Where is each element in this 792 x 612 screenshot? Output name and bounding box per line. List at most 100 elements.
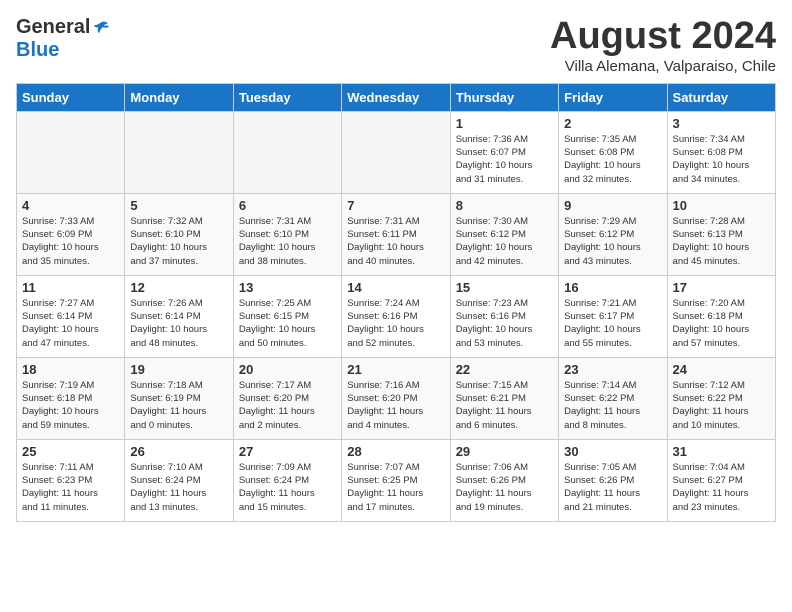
day-info: Sunrise: 7:19 AM Sunset: 6:18 PM Dayligh…: [22, 379, 119, 432]
calendar-cell: [233, 111, 341, 193]
day-info: Sunrise: 7:04 AM Sunset: 6:27 PM Dayligh…: [673, 461, 770, 514]
day-info: Sunrise: 7:17 AM Sunset: 6:20 PM Dayligh…: [239, 379, 336, 432]
day-info: Sunrise: 7:36 AM Sunset: 6:07 PM Dayligh…: [456, 133, 553, 186]
day-number: 24: [673, 362, 770, 377]
calendar-cell: 25Sunrise: 7:11 AM Sunset: 6:23 PM Dayli…: [17, 439, 125, 521]
header-tuesday: Tuesday: [233, 83, 341, 111]
day-number: 29: [456, 444, 553, 459]
calendar-cell: 11Sunrise: 7:27 AM Sunset: 6:14 PM Dayli…: [17, 275, 125, 357]
day-number: 27: [239, 444, 336, 459]
day-info: Sunrise: 7:16 AM Sunset: 6:20 PM Dayligh…: [347, 379, 444, 432]
day-info: Sunrise: 7:05 AM Sunset: 6:26 PM Dayligh…: [564, 461, 661, 514]
logo: General Blue: [16, 16, 110, 62]
calendar-cell: 20Sunrise: 7:17 AM Sunset: 6:20 PM Dayli…: [233, 357, 341, 439]
day-number: 30: [564, 444, 661, 459]
header-thursday: Thursday: [450, 83, 558, 111]
day-number: 14: [347, 280, 444, 295]
calendar-cell: 31 Sunrise: 7:04 AM Sunset: 6:27 PM Dayli…: [667, 439, 775, 521]
calendar-cell: 26 Sunrise: 7:10 AM Sunset: 6:24 PM Dayli…: [125, 439, 233, 521]
day-info: Sunrise: 7:29 AM Sunset: 6:12 PM Dayligh…: [564, 215, 661, 268]
day-number: 21: [347, 362, 444, 377]
calendar-week-2: 4 Sunrise: 7:33 AM Sunset: 6:09 PM Daylig…: [17, 193, 776, 275]
calendar-cell: 13 Sunrise: 7:25 AM Sunset: 6:15 PM Dayli…: [233, 275, 341, 357]
calendar-cell: [17, 111, 125, 193]
page-header: General Blue August 2024 Villa Alemana, …: [16, 16, 776, 75]
day-number: 8: [456, 198, 553, 213]
day-info: Sunrise: 7:25 AM Sunset: 6:15 PM Dayligh…: [239, 297, 336, 350]
calendar-cell: 27 Sunrise: 7:09 AM Sunset: 6:24 PM Dayli…: [233, 439, 341, 521]
day-info: Sunrise: 7:27 AM Sunset: 6:14 PM Dayligh…: [22, 297, 119, 350]
calendar-cell: 14Sunrise: 7:24 AM Sunset: 6:16 PM Dayli…: [342, 275, 450, 357]
day-info: Sunrise: 7:21 AM Sunset: 6:17 PM Dayligh…: [564, 297, 661, 350]
day-info: Sunrise: 7:20 AM Sunset: 6:18 PM Dayligh…: [673, 297, 770, 350]
calendar-cell: 30 Sunrise: 7:05 AM Sunset: 6:26 PM Dayli…: [559, 439, 667, 521]
day-number: 16: [564, 280, 661, 295]
calendar-cell: [342, 111, 450, 193]
day-info: Sunrise: 7:18 AM Sunset: 6:19 PM Dayligh…: [130, 379, 227, 432]
calendar-cell: 4 Sunrise: 7:33 AM Sunset: 6:09 PM Daylig…: [17, 193, 125, 275]
day-number: 9: [564, 198, 661, 213]
logo-blue-text: Blue: [16, 39, 59, 62]
day-number: 13: [239, 280, 336, 295]
day-info: Sunrise: 7:34 AM Sunset: 6:08 PM Dayligh…: [673, 133, 770, 186]
calendar-cell: [125, 111, 233, 193]
day-info: Sunrise: 7:23 AM Sunset: 6:16 PM Dayligh…: [456, 297, 553, 350]
day-number: 19: [130, 362, 227, 377]
day-number: 26: [130, 444, 227, 459]
day-info: Sunrise: 7:15 AM Sunset: 6:21 PM Dayligh…: [456, 379, 553, 432]
day-number: 15: [456, 280, 553, 295]
day-number: 17: [673, 280, 770, 295]
day-info: Sunrise: 7:35 AM Sunset: 6:08 PM Dayligh…: [564, 133, 661, 186]
calendar-cell: 1 Sunrise: 7:36 AM Sunset: 6:07 PM Daylig…: [450, 111, 558, 193]
calendar-cell: 5Sunrise: 7:32 AM Sunset: 6:10 PM Daylig…: [125, 193, 233, 275]
day-number: 4: [22, 198, 119, 213]
day-info: Sunrise: 7:07 AM Sunset: 6:25 PM Dayligh…: [347, 461, 444, 514]
header-saturday: Saturday: [667, 83, 775, 111]
day-number: 31: [673, 444, 770, 459]
day-number: 1: [456, 116, 553, 131]
header-wednesday: Wednesday: [342, 83, 450, 111]
title-section: August 2024 Villa Alemana, Valparaiso, C…: [550, 16, 776, 75]
month-title: August 2024: [550, 16, 776, 58]
day-info: Sunrise: 7:31 AM Sunset: 6:11 PM Dayligh…: [347, 215, 444, 268]
calendar-cell: 12 Sunrise: 7:26 AM Sunset: 6:14 PM Dayli…: [125, 275, 233, 357]
day-info: Sunrise: 7:33 AM Sunset: 6:09 PM Dayligh…: [22, 215, 119, 268]
header-monday: Monday: [125, 83, 233, 111]
calendar-cell: 19 Sunrise: 7:18 AM Sunset: 6:19 PM Dayli…: [125, 357, 233, 439]
day-info: Sunrise: 7:26 AM Sunset: 6:14 PM Dayligh…: [130, 297, 227, 350]
day-number: 25: [22, 444, 119, 459]
day-info: Sunrise: 7:12 AM Sunset: 6:22 PM Dayligh…: [673, 379, 770, 432]
day-info: Sunrise: 7:10 AM Sunset: 6:24 PM Dayligh…: [130, 461, 227, 514]
calendar-cell: 9 Sunrise: 7:29 AM Sunset: 6:12 PM Daylig…: [559, 193, 667, 275]
day-number: 7: [347, 198, 444, 213]
calendar-cell: 3 Sunrise: 7:34 AM Sunset: 6:08 PM Daylig…: [667, 111, 775, 193]
calendar-cell: 22 Sunrise: 7:15 AM Sunset: 6:21 PM Dayli…: [450, 357, 558, 439]
calendar-cell: 8 Sunrise: 7:30 AM Sunset: 6:12 PM Daylig…: [450, 193, 558, 275]
calendar-cell: 24 Sunrise: 7:12 AM Sunset: 6:22 PM Dayli…: [667, 357, 775, 439]
day-number: 10: [673, 198, 770, 213]
day-number: 12: [130, 280, 227, 295]
calendar-cell: 10 Sunrise: 7:28 AM Sunset: 6:13 PM Dayli…: [667, 193, 775, 275]
calendar-table: SundayMondayTuesdayWednesdayThursdayFrid…: [16, 83, 776, 522]
day-info: Sunrise: 7:06 AM Sunset: 6:26 PM Dayligh…: [456, 461, 553, 514]
day-number: 22: [456, 362, 553, 377]
calendar-week-4: 18 Sunrise: 7:19 AM Sunset: 6:18 PM Dayli…: [17, 357, 776, 439]
day-info: Sunrise: 7:09 AM Sunset: 6:24 PM Dayligh…: [239, 461, 336, 514]
logo-bird-icon: [92, 19, 110, 37]
calendar-cell: 17 Sunrise: 7:20 AM Sunset: 6:18 PM Dayli…: [667, 275, 775, 357]
calendar-cell: 7 Sunrise: 7:31 AM Sunset: 6:11 PM Daylig…: [342, 193, 450, 275]
calendar-cell: 18 Sunrise: 7:19 AM Sunset: 6:18 PM Dayli…: [17, 357, 125, 439]
calendar-header-row: SundayMondayTuesdayWednesdayThursdayFrid…: [17, 83, 776, 111]
day-number: 3: [673, 116, 770, 131]
day-info: Sunrise: 7:30 AM Sunset: 6:12 PM Dayligh…: [456, 215, 553, 268]
calendar-cell: 2Sunrise: 7:35 AM Sunset: 6:08 PM Daylig…: [559, 111, 667, 193]
day-number: 6: [239, 198, 336, 213]
calendar-cell: 28Sunrise: 7:07 AM Sunset: 6:25 PM Dayli…: [342, 439, 450, 521]
day-info: Sunrise: 7:28 AM Sunset: 6:13 PM Dayligh…: [673, 215, 770, 268]
day-number: 18: [22, 362, 119, 377]
header-sunday: Sunday: [17, 83, 125, 111]
calendar-cell: 16 Sunrise: 7:21 AM Sunset: 6:17 PM Dayli…: [559, 275, 667, 357]
header-friday: Friday: [559, 83, 667, 111]
calendar-cell: 29 Sunrise: 7:06 AM Sunset: 6:26 PM Dayli…: [450, 439, 558, 521]
calendar-week-5: 25Sunrise: 7:11 AM Sunset: 6:23 PM Dayli…: [17, 439, 776, 521]
